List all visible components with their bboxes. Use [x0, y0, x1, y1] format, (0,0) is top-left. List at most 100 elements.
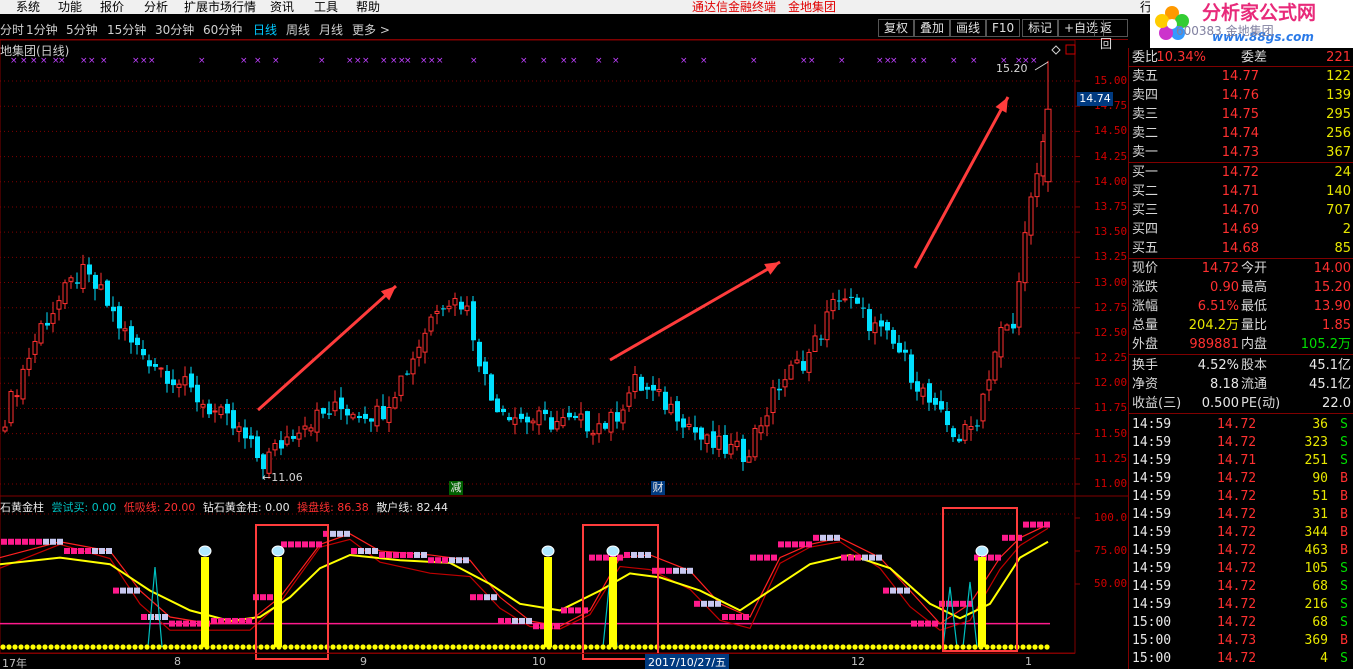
candle-body	[153, 364, 158, 367]
baseline-dot	[630, 644, 636, 650]
baseline-dot	[744, 644, 750, 650]
baseline-dot	[618, 644, 624, 650]
baseline-dot	[804, 644, 810, 650]
candle-body	[381, 406, 386, 420]
baseline-dot	[12, 644, 18, 650]
candle-body	[945, 411, 950, 426]
candle-body	[20, 368, 26, 400]
trend-arrow	[913, 96, 1010, 269]
candle-body	[560, 417, 566, 427]
trend-block	[113, 587, 119, 594]
trend-block	[491, 594, 497, 601]
trend-block	[337, 530, 343, 537]
tick-time: 15:00	[1132, 615, 1172, 630]
event-badge-finance[interactable]: 财	[651, 481, 665, 495]
gold-bar	[274, 557, 282, 647]
candle-body	[26, 357, 32, 370]
baseline-dot	[552, 644, 558, 650]
candle-body	[464, 305, 470, 312]
gold-bar	[201, 557, 209, 647]
candle-body	[728, 443, 734, 455]
baseline-dot	[390, 644, 396, 650]
bid-row[interactable]: 买五 14.68 85	[1129, 239, 1353, 258]
tick-row: 14:59 14.71 251 S	[1129, 452, 1353, 470]
signal-marker: ×	[10, 56, 18, 66]
trend-block	[1030, 521, 1036, 528]
highlight-box	[582, 524, 659, 660]
trend-block	[1044, 521, 1050, 528]
candle-body	[459, 301, 464, 310]
tick-price: 14.72	[1217, 615, 1257, 630]
stat-row: 收益(三) 0.500 PE(动) 22.0	[1129, 394, 1353, 413]
baseline-dot	[306, 644, 312, 650]
candle-body	[596, 423, 602, 435]
bid-row[interactable]: 买二 14.71 140	[1129, 182, 1353, 201]
ask-label: 卖三	[1132, 107, 1159, 122]
ask-row[interactable]: 卖一 14.73 367	[1129, 143, 1353, 162]
baseline-dot	[156, 644, 162, 650]
tick-price: 14.72	[1217, 489, 1257, 504]
trend-block	[162, 614, 168, 620]
baseline-dot	[492, 644, 498, 650]
candle-body	[842, 298, 848, 301]
stat-label: 收益(三)	[1132, 396, 1182, 411]
baseline-dot	[342, 644, 348, 650]
baseline-dot	[528, 644, 534, 650]
trend-block	[638, 551, 644, 558]
trend-block	[183, 620, 189, 627]
ask-row[interactable]: 卖四 14.76 139	[1129, 86, 1353, 105]
baseline-dot	[564, 644, 570, 650]
stat-label: 内盘	[1241, 337, 1268, 352]
stat-value: 0.500	[1201, 396, 1239, 411]
kline-chart[interactable]: × × × × ×× × × × × × × × × × × × × × × × × ×× × × × × × × × × × × × × × × × ×…	[0, 0, 1128, 669]
candle-body	[105, 280, 110, 306]
baseline-dot	[594, 644, 600, 650]
baseline-dot	[168, 644, 174, 650]
candle-body	[615, 412, 620, 422]
baseline-dot	[762, 644, 768, 650]
trend-block	[617, 554, 623, 561]
baseline-dot	[420, 644, 426, 650]
price-axis-label: 11.25	[1094, 451, 1128, 465]
candle-body	[32, 340, 38, 355]
candle-body	[668, 403, 674, 414]
ask-row[interactable]: 卖二 14.74 256	[1129, 124, 1353, 143]
trend-block	[260, 594, 266, 601]
trend-block	[120, 587, 126, 594]
trend-block	[400, 551, 406, 558]
trend-block	[603, 554, 609, 561]
ask-row[interactable]: 卖三 14.75 295	[1129, 105, 1353, 124]
baseline-dot	[18, 644, 24, 650]
bid-row[interactable]: 买四 14.69 2	[1129, 220, 1353, 239]
trend-block	[449, 557, 455, 564]
baseline-dot	[510, 644, 516, 650]
baseline-dot	[636, 644, 642, 650]
baseline-dot	[72, 644, 78, 650]
tick-row: 14:59 14.72 31 B	[1129, 506, 1353, 524]
bid-row[interactable]: 买三 14.70 707	[1129, 201, 1353, 220]
baseline-dot	[798, 644, 804, 650]
baseline-dot	[246, 644, 252, 650]
baseline-dot	[576, 644, 582, 650]
trend-block	[995, 554, 1001, 561]
tick-price: 14.72	[1217, 651, 1257, 666]
trend-block	[57, 538, 63, 545]
tick-row: 14:59 14.72 344 B	[1129, 524, 1353, 542]
baseline-dot	[384, 644, 390, 650]
baseline-dot	[36, 644, 42, 650]
baseline-dot	[834, 644, 840, 650]
weibi-value: 10.34%	[1156, 50, 1206, 65]
candle-body	[764, 415, 770, 427]
tick-side: B	[1340, 633, 1348, 648]
baseline-dot	[210, 644, 216, 650]
bid-row[interactable]: 买一 14.72 24	[1129, 163, 1353, 182]
trend-block	[841, 554, 847, 561]
bid-price: 14.68	[1221, 241, 1259, 256]
ask-row[interactable]: 卖五 14.77 122	[1129, 67, 1353, 86]
event-badge-reduce[interactable]: 减	[449, 481, 463, 495]
candle-body	[758, 425, 764, 434]
baseline-dot	[294, 644, 300, 650]
trend-block	[190, 620, 196, 627]
trend-block	[15, 538, 21, 545]
stat-value: 22.0	[1322, 396, 1351, 411]
